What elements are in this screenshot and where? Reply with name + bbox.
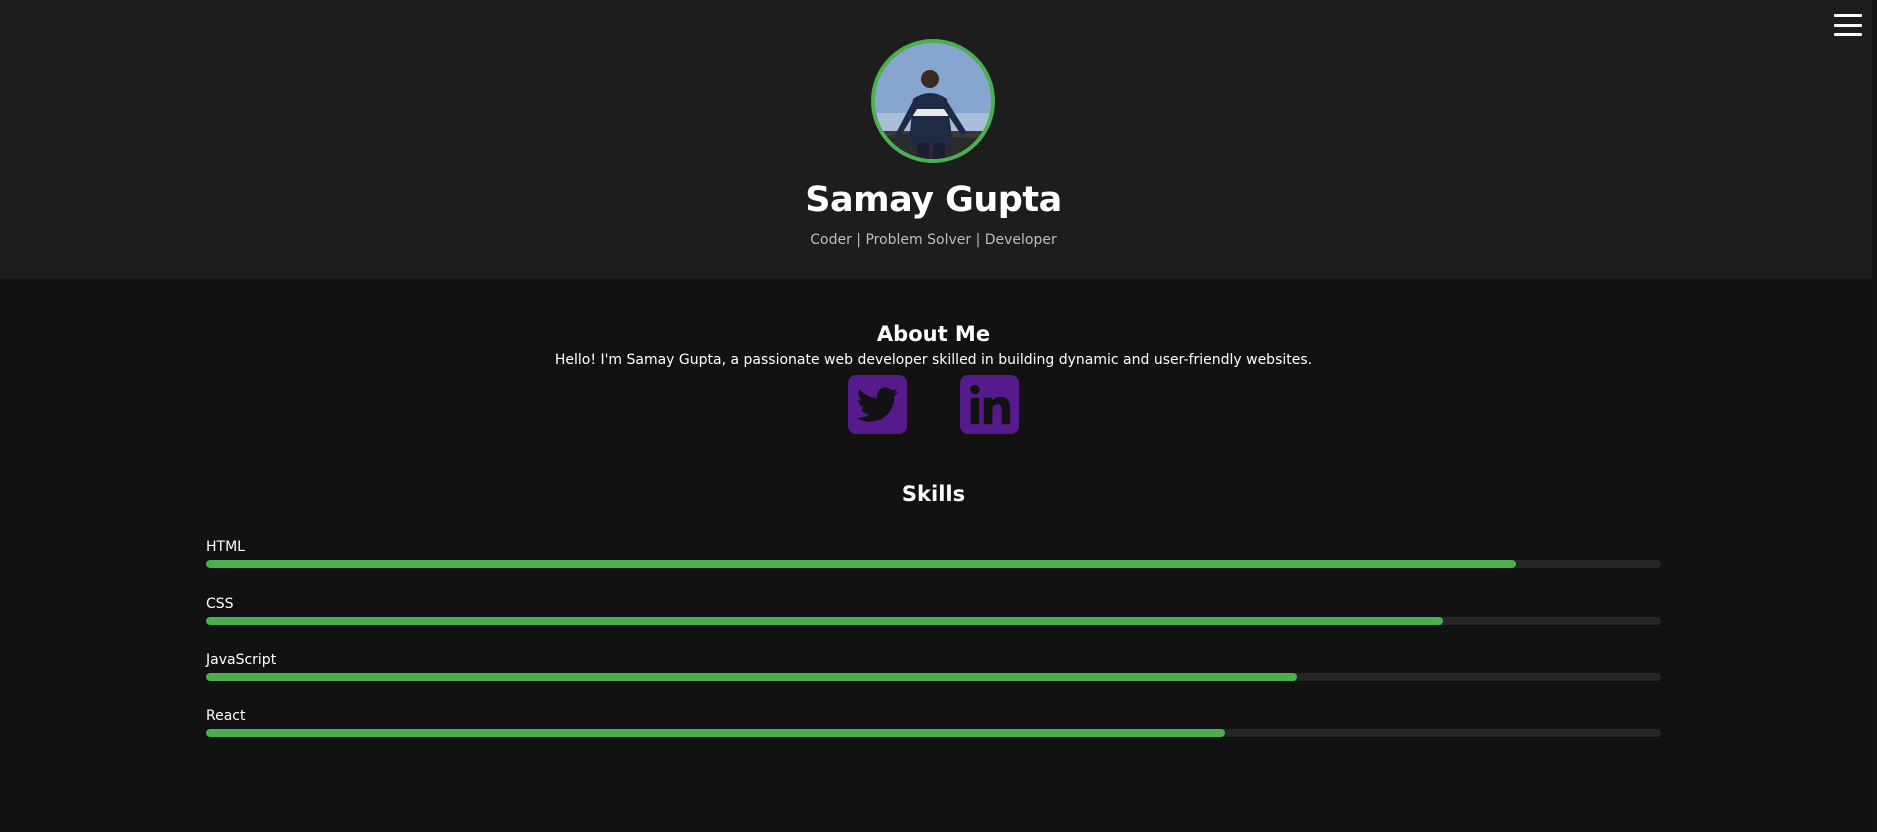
- skill-label: JavaScript: [206, 652, 277, 668]
- skill-progress-fill: [206, 673, 1298, 681]
- avatar: [871, 39, 995, 163]
- profile-header: Samay Gupta Coder | Problem Solver | Dev…: [0, 0, 1872, 279]
- skill-progress-track: [206, 729, 1661, 737]
- about-description: Hello! I'm Samay Gupta, a passionate web…: [554, 352, 1313, 368]
- skill-css: CSS: [206, 595, 1661, 635]
- scrollbar-track[interactable]: [1872, 0, 1877, 832]
- skill-progress-fill: [206, 617, 1443, 625]
- skill-progress-track: [206, 617, 1661, 625]
- avatar-photo-icon: [875, 43, 991, 159]
- menu-line: [1834, 33, 1862, 36]
- profile-tagline: Coder | Problem Solver | Developer: [810, 232, 1057, 248]
- skill-javascript: JavaScript: [206, 651, 1661, 691]
- menu-line: [1834, 14, 1862, 17]
- skill-label: HTML: [206, 539, 245, 555]
- profile-name: Samay Gupta: [805, 180, 1062, 220]
- skills-heading: Skills: [901, 482, 966, 506]
- portfolio-page: Samay Gupta Coder | Problem Solver | Dev…: [0, 0, 1877, 832]
- skill-label: CSS: [206, 596, 234, 612]
- twitter-link[interactable]: [848, 375, 907, 434]
- skill-progress-fill: [206, 729, 1225, 737]
- menu-line: [1834, 23, 1862, 27]
- skill-html: HTML: [206, 538, 1661, 578]
- twitter-icon: [856, 387, 898, 422]
- hamburger-menu-icon[interactable]: [1834, 14, 1862, 36]
- skill-progress-track: [206, 673, 1661, 681]
- skill-progress-track: [206, 560, 1661, 568]
- skill-react: React: [206, 707, 1661, 747]
- skill-progress-fill: [206, 560, 1516, 568]
- about-heading: About Me: [876, 322, 991, 346]
- linkedin-icon: [969, 384, 1010, 424]
- skill-label: React: [206, 708, 246, 724]
- linkedin-link[interactable]: [960, 375, 1019, 434]
